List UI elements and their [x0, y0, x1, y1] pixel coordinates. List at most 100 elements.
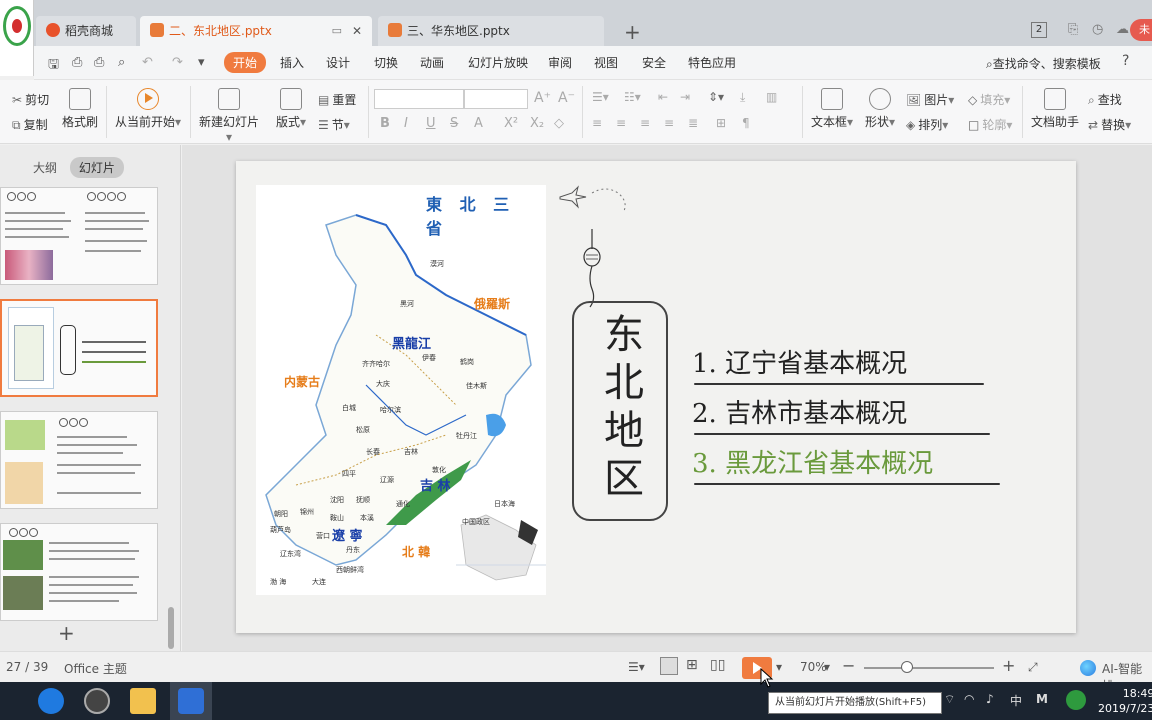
cut-button[interactable]: ✂ 剪切 [12, 91, 49, 108]
wifi-icon[interactable]: ◠ [964, 692, 974, 706]
obs-icon[interactable] [84, 688, 110, 714]
slide-sorter-icon[interactable]: ⊞ [686, 657, 698, 673]
menu-view[interactable]: 视图 [594, 54, 618, 71]
indent-icon[interactable]: ⇤ [658, 90, 668, 104]
save-icon[interactable]: 🖫 [48, 55, 59, 77]
superscript-icon[interactable]: X² [504, 116, 518, 131]
slide-thumbnail[interactable] [0, 187, 158, 285]
menu-animation[interactable]: 动画 [420, 54, 444, 71]
slide-thumbnail[interactable] [0, 411, 158, 509]
menu-start[interactable]: 开始 [224, 52, 267, 73]
underline-icon[interactable]: U [426, 116, 436, 131]
align-right-icon[interactable]: ≡ [640, 116, 650, 130]
new-slide-button[interactable]: 新建幻灯片▾ [198, 88, 260, 144]
security-app-icon[interactable] [1066, 690, 1086, 710]
bullets-icon[interactable]: ☰▾ [592, 90, 609, 104]
decrease-font-icon[interactable]: A⁻ [558, 90, 575, 106]
picture-button[interactable]: 🖼 图片▾ [906, 91, 954, 108]
menu-transition[interactable]: 切换 [374, 54, 398, 71]
text-direction-icon[interactable]: ⤓ [740, 90, 745, 105]
menu-special-apps[interactable]: 特色应用 [688, 54, 736, 71]
dropdown-icon[interactable]: ▾ [198, 55, 205, 70]
help-icon[interactable]: ? [1122, 53, 1129, 69]
replace-button[interactable]: ⇄ 替换▾ [1088, 116, 1131, 133]
slide-thumbnail-current[interactable] [0, 299, 158, 397]
numbering-icon[interactable]: ☷▾ [624, 90, 641, 104]
zoom-slider-handle[interactable] [901, 661, 913, 673]
menu-slideshow[interactable]: 幻灯片放映 [468, 54, 528, 71]
outdent-icon[interactable]: ⇥ [680, 90, 690, 104]
notes-icon[interactable]: ☰▾ [628, 660, 645, 674]
section-button[interactable]: ☰ 节▾ [318, 116, 350, 133]
columns-icon[interactable]: ▥ [766, 90, 777, 104]
history-icon[interactable]: ◷ [1092, 22, 1108, 38]
add-slide-button[interactable]: + [58, 621, 75, 645]
copy-button[interactable]: ⧉ 复制 [12, 116, 48, 133]
tab-docer-mall[interactable]: 稻壳商城 [36, 16, 136, 46]
fill-button[interactable]: ◇ 填充▾ [968, 91, 1010, 108]
textbox-button[interactable]: 文本框▾ [810, 88, 854, 130]
new-tab-button[interactable]: + [624, 20, 641, 44]
play-dropdown-icon[interactable]: ▾ [776, 660, 782, 674]
tab-outline[interactable]: 大纲 [24, 157, 66, 178]
increase-font-icon[interactable]: A⁺ [534, 90, 551, 106]
layout-button[interactable]: 版式▾ [274, 88, 308, 130]
font-color-icon[interactable]: A [474, 116, 483, 131]
tab-northeast-pptx[interactable]: 二、东北地区.pptx ▭ ✕ [140, 16, 372, 46]
vertical-align-icon[interactable]: ⊞ [716, 116, 726, 130]
menu-review[interactable]: 审阅 [548, 54, 572, 71]
distribute-icon[interactable]: ≣ [688, 116, 698, 130]
align-center-icon[interactable]: ≡ [616, 116, 626, 130]
font-size-select[interactable] [464, 89, 528, 109]
zoom-out-icon[interactable]: − [842, 656, 855, 675]
close-tab-icon[interactable]: ✕ [352, 16, 362, 46]
wps-taskbar-slot[interactable] [170, 682, 212, 720]
italic-icon[interactable]: I [404, 116, 408, 131]
align-left-icon[interactable]: ≡ [592, 116, 602, 130]
doc-helper-button[interactable]: 文档助手 [1030, 88, 1080, 130]
file-explorer-icon[interactable] [130, 688, 156, 714]
subscript-icon[interactable]: X₂ [530, 116, 544, 131]
doc-icon[interactable]: ⎘ [1068, 22, 1084, 38]
sogou-browser-icon[interactable] [38, 688, 64, 714]
zoom-level[interactable]: 70% [800, 660, 827, 674]
volume-icon[interactable]: ♪ [986, 692, 994, 706]
zoom-in-icon[interactable]: + [1002, 656, 1015, 675]
justify-icon[interactable]: ≡ [664, 116, 674, 130]
menu-security[interactable]: 安全 [642, 54, 666, 71]
fit-window-icon[interactable]: ⤢ [1028, 660, 1038, 675]
arrange-button[interactable]: ◈ 排列▾ [906, 116, 948, 133]
menu-design[interactable]: 设计 [326, 54, 350, 71]
print-icon[interactable]: ⎙ [94, 55, 104, 70]
zoom-dropdown-icon[interactable]: ▾ [824, 660, 830, 674]
search-commands[interactable]: ⌕查找命令、搜索模板 [986, 55, 1101, 72]
paragraph-icon[interactable]: ¶ [742, 116, 750, 130]
strikethrough-icon[interactable]: S [450, 116, 458, 131]
input-language[interactable]: 中 [1010, 692, 1022, 709]
network-icon[interactable]: ⌔ [944, 692, 955, 707]
input-mode[interactable]: M [1036, 692, 1048, 706]
undo-icon[interactable]: ↶ [142, 55, 153, 70]
menu-insert[interactable]: 插入 [280, 54, 304, 71]
clock[interactable]: 18:49 2019/7/23 [1098, 686, 1152, 716]
monitor-icon[interactable]: ▭ [332, 16, 342, 46]
zoom-slider[interactable] [864, 667, 994, 669]
user-avatar[interactable]: 未 [1130, 19, 1152, 41]
shape-button[interactable]: 形状▾ [862, 88, 898, 130]
print-preview-icon[interactable]: ⌕ [118, 55, 125, 70]
bold-icon[interactable]: B [380, 116, 390, 131]
window-count[interactable]: 2 [1031, 22, 1047, 38]
outline-button[interactable]: □ 轮廓▾ [968, 116, 1012, 133]
format-painter-button[interactable]: 格式刷 [62, 88, 98, 130]
normal-view-icon[interactable] [660, 657, 678, 675]
find-button[interactable]: ⌕ 查找 [1088, 91, 1122, 108]
tab-east-china-pptx[interactable]: 三、华东地区.pptx [378, 16, 604, 46]
play-from-current-button[interactable]: 从当前开始▾ [114, 88, 182, 130]
font-name-select[interactable] [374, 89, 464, 109]
clear-format-icon[interactable]: ◇ [554, 116, 564, 131]
panel-scrollbar[interactable] [168, 607, 174, 649]
reset-button[interactable]: ▤ 重置 [318, 91, 356, 108]
redo-icon[interactable]: ↷ [172, 55, 183, 70]
export-pdf-icon[interactable]: ⎙ [72, 55, 82, 70]
tab-slides[interactable]: 幻灯片 [69, 157, 124, 178]
